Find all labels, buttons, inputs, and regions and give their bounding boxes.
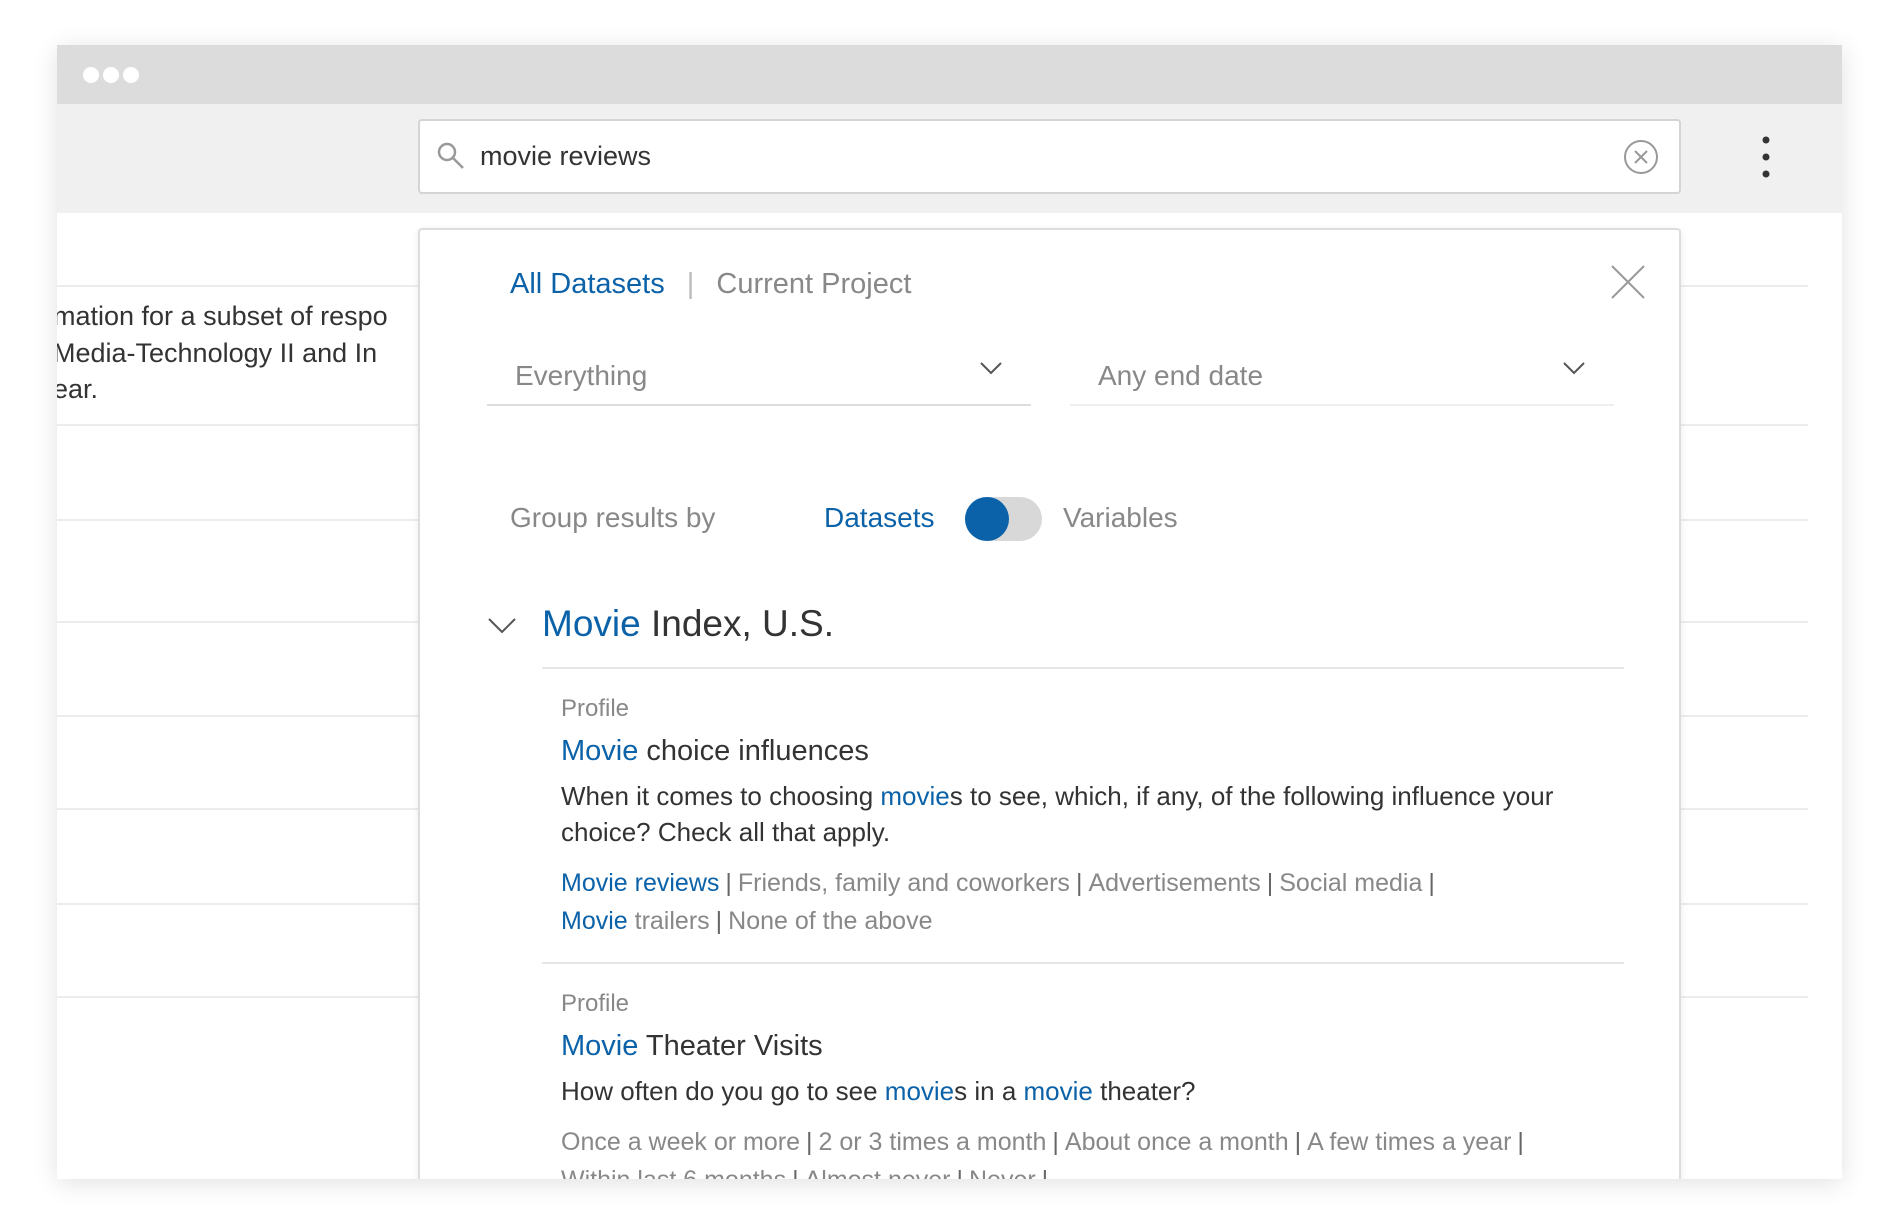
- title-rest: Theater Visits: [638, 1030, 823, 1062]
- background-text: mation for a subset of respo: [57, 301, 388, 331]
- result-type: Profile: [561, 695, 630, 722]
- divider: [542, 962, 1624, 964]
- divider: [542, 667, 1624, 669]
- type-filter-value: Everything: [515, 360, 648, 391]
- result-options: Movie reviews | Friends, family and cowork…: [561, 869, 1435, 935]
- result-title: Movie Theater Visits: [561, 1030, 1621, 1063]
- result-question: How often do you go to see movies in a m…: [561, 1076, 1196, 1106]
- tab-current-project[interactable]: Current Project: [716, 268, 911, 300]
- tab-separator: |: [686, 268, 695, 300]
- result-item[interactable]: Profile Movie choice influences When it …: [561, 695, 1621, 940]
- close-icon[interactable]: [1610, 264, 1646, 300]
- background-text: ear.: [57, 374, 99, 404]
- window-dot-icon[interactable]: [123, 67, 139, 83]
- group-by-variables[interactable]: Variables: [1063, 502, 1178, 534]
- window-dot-icon[interactable]: [103, 67, 119, 83]
- result-options: Once a week or more | 2 or 3 times a month…: [561, 1128, 1524, 1179]
- search-results-panel: All Datasets | Current Project Everythin…: [418, 228, 1681, 1179]
- group-by-toggle[interactable]: [965, 497, 1042, 541]
- tab-all-datasets[interactable]: All Datasets: [510, 268, 665, 300]
- background-text: Media-Technology II and In: [57, 338, 378, 368]
- more-options-icon[interactable]: [1757, 132, 1775, 182]
- clear-search-icon[interactable]: [1623, 139, 1659, 175]
- chevron-down-icon: [980, 362, 1002, 375]
- group-by-datasets[interactable]: Datasets: [824, 502, 935, 534]
- chevron-down-icon: [1563, 362, 1585, 375]
- end-date-select[interactable]: Any end date: [1070, 342, 1614, 406]
- result-question: When it comes to choosing movies to see,…: [561, 781, 1554, 847]
- result-item[interactable]: Profile Movie Theater Visits How often d…: [561, 990, 1621, 1179]
- chevron-down-icon[interactable]: [487, 616, 517, 636]
- dataset-heading[interactable]: Movie Index, U.S.: [542, 603, 834, 645]
- result-title: Movie choice influences: [561, 735, 1621, 768]
- result-type: Profile: [561, 990, 630, 1017]
- search-input[interactable]: [480, 121, 1580, 192]
- heading-highlight: Movie: [542, 603, 641, 644]
- title-rest: choice influences: [638, 735, 869, 767]
- title-highlight: Movie: [561, 1030, 639, 1062]
- browser-window: mation for a subset of respo Media-Techn…: [57, 45, 1842, 1179]
- title-bar: [57, 45, 1842, 104]
- toggle-knob: [965, 497, 1009, 541]
- group-by-label: Group results by: [510, 502, 716, 533]
- window-dot-icon[interactable]: [83, 67, 99, 83]
- title-highlight: Movie: [561, 735, 639, 767]
- heading-rest: Index, U.S.: [640, 603, 835, 644]
- end-date-value: Any end date: [1098, 360, 1264, 391]
- search-box: [418, 119, 1681, 194]
- search-icon: [437, 142, 464, 169]
- toolbar: [57, 104, 1842, 213]
- type-filter-select[interactable]: Everything: [487, 342, 1031, 406]
